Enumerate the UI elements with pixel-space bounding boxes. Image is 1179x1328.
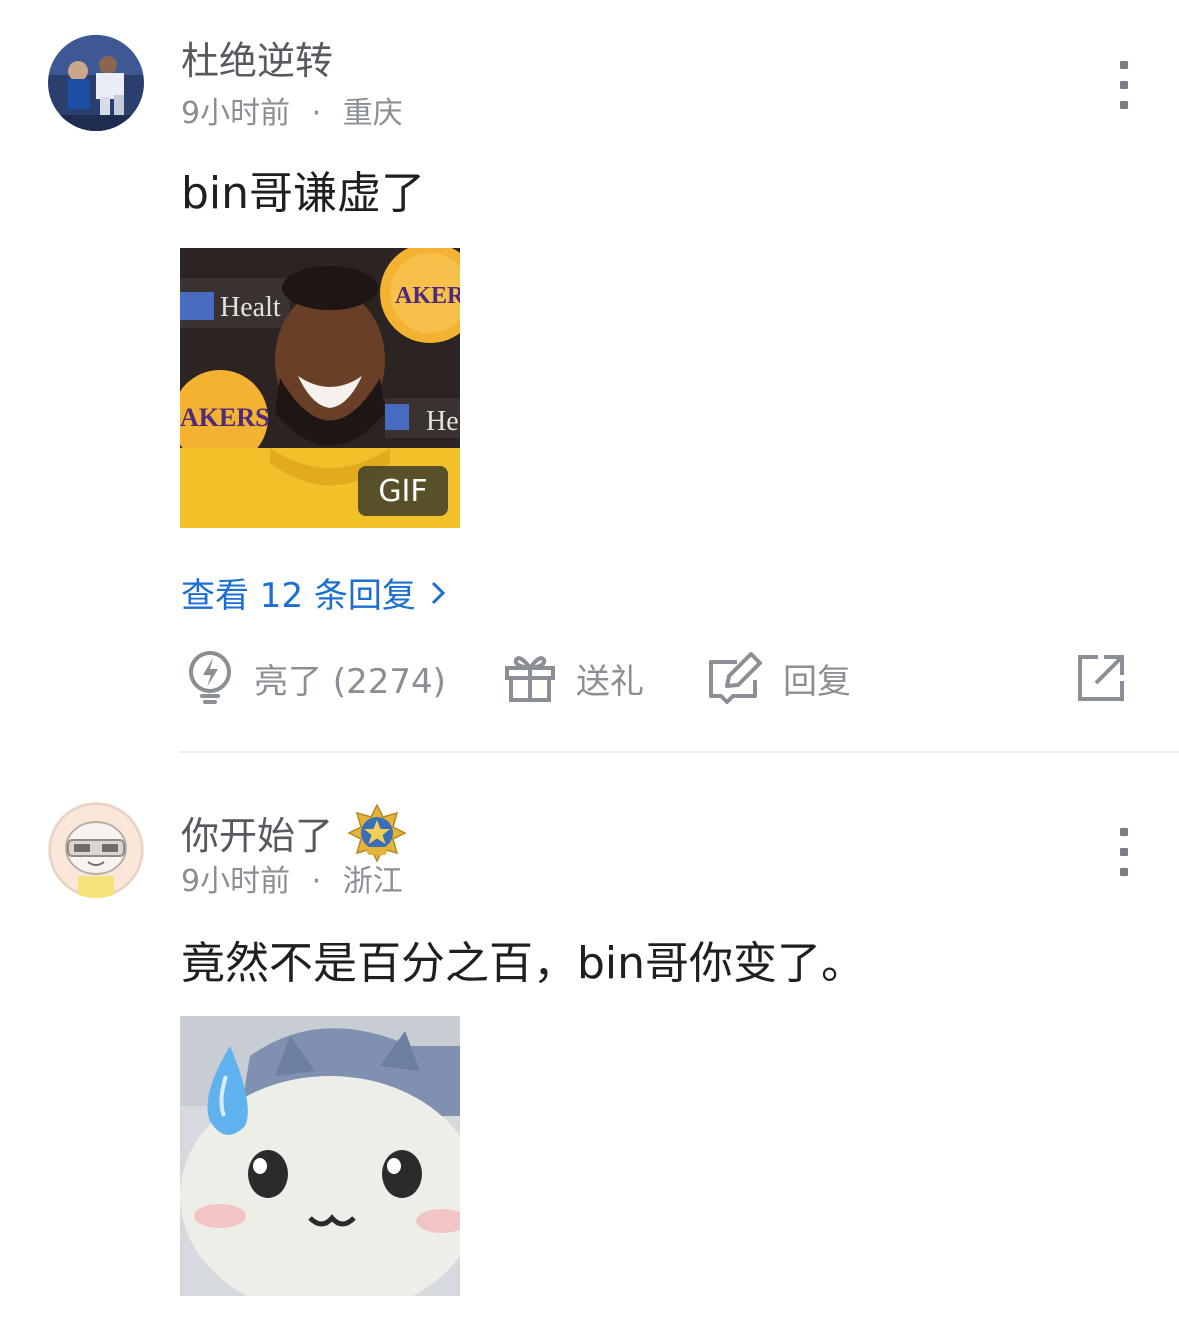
- like-count-label: 亮了 (2274): [254, 661, 446, 702]
- comment-meta: 9小时前 · 重庆: [181, 99, 403, 129]
- view-replies-label: 查看 12 条回复: [181, 576, 416, 616]
- share-external-icon: [1078, 655, 1124, 701]
- more-vertical-icon[interactable]: [1112, 61, 1136, 109]
- more-vertical-icon[interactable]: [1112, 828, 1136, 876]
- chevron-right-icon: [431, 581, 446, 604]
- avatar[interactable]: [48, 802, 144, 898]
- lightning-bulb-icon: [189, 651, 231, 704]
- meta-separator: ·: [311, 864, 322, 899]
- username[interactable]: 杜绝逆转: [181, 42, 333, 80]
- location: 重庆: [342, 96, 403, 131]
- meta-separator: ·: [311, 96, 322, 131]
- location: 浙江: [342, 864, 403, 899]
- gif-badge: GIF: [358, 466, 448, 516]
- comment-text: 竟然不是百分之百，bin哥你变了。: [181, 938, 866, 989]
- avatar[interactable]: [48, 35, 144, 131]
- reply-button[interactable]: 回复: [707, 650, 851, 706]
- like-button[interactable]: 亮了 (2274): [186, 650, 446, 706]
- timestamp: 9小时前: [181, 96, 291, 131]
- comment-sticker-image[interactable]: [180, 1016, 460, 1296]
- svg-text:Healt: Healt: [220, 292, 281, 323]
- gift-button[interactable]: 送礼: [504, 650, 644, 706]
- share-button[interactable]: [1076, 650, 1126, 706]
- comment-meta: 9小时前 · 浙江: [181, 867, 403, 897]
- star-medal-icon: [347, 803, 407, 863]
- comment-item: 杜绝逆转 9小时前 · 重庆 bin哥谦虚了 Healt AKER AKERS …: [0, 0, 1179, 753]
- svg-text:AKER: AKER: [395, 283, 460, 309]
- svg-text:AKERS: AKERS: [180, 403, 270, 432]
- gift-label: 送礼: [576, 661, 644, 702]
- edit-icon: [709, 652, 762, 704]
- comment-divider: [180, 751, 1179, 753]
- gift-icon: [505, 656, 555, 702]
- svg-text:He: He: [426, 406, 459, 437]
- comment-text: bin哥谦虚了: [181, 168, 426, 219]
- reply-label: 回复: [783, 661, 851, 702]
- username-text: 你开始了: [181, 814, 334, 858]
- view-replies-link[interactable]: 查看 12 条回复: [181, 568, 446, 617]
- username[interactable]: 你开始了: [181, 803, 407, 863]
- timestamp: 9小时前: [181, 864, 291, 899]
